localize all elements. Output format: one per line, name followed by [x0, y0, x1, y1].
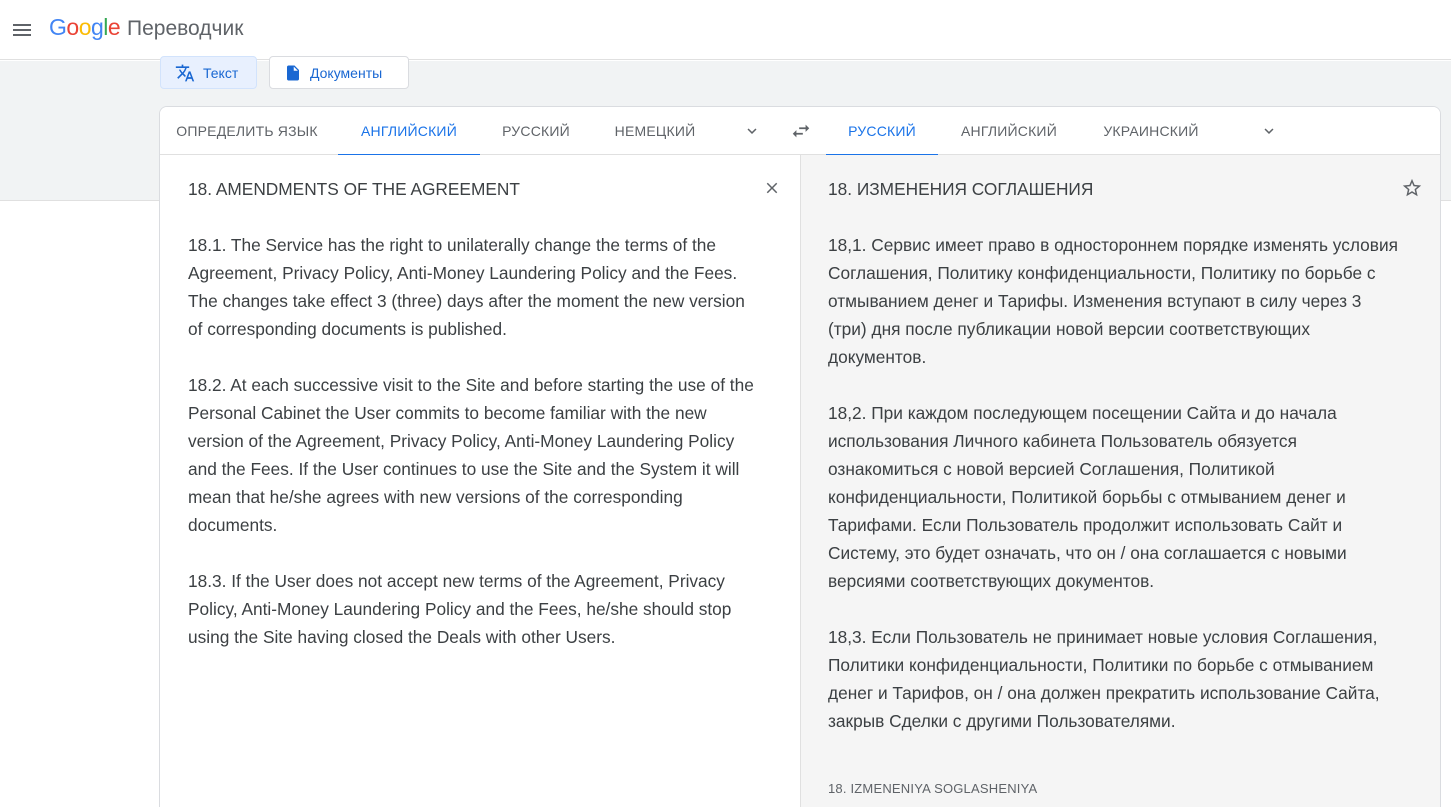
- tab-detect-language[interactable]: ОПРЕДЕЛИТЬ ЯЗЫК: [168, 107, 326, 155]
- star-icon[interactable]: [1401, 177, 1423, 199]
- documents-mode-button[interactable]: Документы: [269, 56, 409, 89]
- tab-source-russian[interactable]: РУССКИЙ: [488, 107, 584, 155]
- close-icon[interactable]: [763, 179, 781, 197]
- tab-source-german[interactable]: НЕМЕЦКИЙ: [600, 107, 710, 155]
- chevron-down-icon[interactable]: [743, 122, 761, 140]
- translate-icon: [175, 64, 195, 81]
- translator-card: ОПРЕДЕЛИТЬ ЯЗЫК АНГЛИЙСКИЙ РУССКИЙ НЕМЕЦ…: [159, 106, 1441, 807]
- translation-output: 18. ИЗМЕНЕНИЯ СОГЛАШЕНИЯ 18,1. Сервис им…: [828, 179, 1398, 731]
- transliteration: 18. IZMENENIYA SOGLASHENIYA: [828, 781, 1038, 796]
- document-icon: [287, 65, 299, 80]
- tab-target-ukrainian[interactable]: УКРАИНСКИЙ: [1088, 107, 1214, 155]
- tab-target-russian[interactable]: РУССКИЙ: [826, 107, 938, 156]
- tab-source-english[interactable]: АНГЛИЙСКИЙ: [338, 107, 480, 156]
- documents-mode-label: Документы: [310, 64, 383, 81]
- chevron-down-icon[interactable]: [1260, 122, 1278, 140]
- text-mode-label: Текст: [203, 64, 239, 81]
- language-bar: ОПРЕДЕЛИТЬ ЯЗЫК АНГЛИЙСКИЙ РУССКИЙ НЕМЕЦ…: [160, 107, 1440, 156]
- tab-target-english[interactable]: АНГЛИЙСКИЙ: [950, 107, 1068, 155]
- google-logo[interactable]: Google: [49, 14, 121, 41]
- app-header: Google Переводчик: [0, 0, 1451, 60]
- menu-icon[interactable]: [8, 16, 36, 44]
- product-name: Переводчик: [127, 17, 244, 40]
- text-mode-button[interactable]: Текст: [160, 56, 257, 89]
- swap-icon[interactable]: [790, 120, 812, 142]
- source-pane: 18. AMENDMENTS OF THE AGREEMENT 18.1. Th…: [160, 155, 800, 807]
- source-textarea[interactable]: 18. AMENDMENTS OF THE AGREEMENT 18.1. Th…: [188, 175, 758, 651]
- target-pane: 18. ИЗМЕНЕНИЯ СОГЛАШЕНИЯ 18,1. Сервис им…: [800, 155, 1440, 807]
